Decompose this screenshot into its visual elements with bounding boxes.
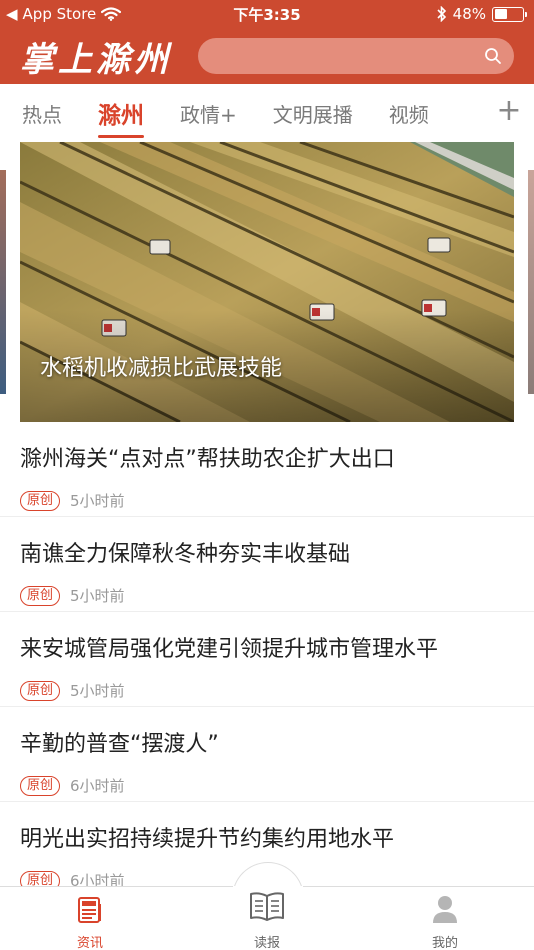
- news-title: 来安城管局强化党建引领提升城市管理水平: [20, 637, 439, 662]
- newspaper-icon: [78, 897, 101, 923]
- wifi-icon: [101, 7, 122, 21]
- news-item[interactable]: 南谯全力保障秋冬种夯实丰收基础 原创 5小时前: [0, 517, 534, 612]
- news-title: 明光出实招持续提升节约集约用地水平: [20, 827, 395, 852]
- battery-percent: 48%: [452, 5, 486, 23]
- news-title: 辛勤的普查“摆渡人”: [20, 732, 219, 757]
- news-title: 滁州海关“点对点”帮扶助农企扩大出口: [20, 447, 395, 472]
- original-tag: 原创: [20, 775, 61, 796]
- news-time: 6小时前: [70, 777, 125, 795]
- open-book-icon: [250, 892, 284, 921]
- app-header: ◀ App Store 下午3:35 48% 掌上滁州: [0, 0, 534, 84]
- tab-chuzhou[interactable]: 滁州: [98, 96, 144, 138]
- user-icon: [433, 896, 457, 923]
- search-icon[interactable]: [484, 47, 502, 65]
- battery-level: [494, 9, 508, 19]
- carousel-prev-peek[interactable]: [0, 170, 6, 394]
- nav-read-paper[interactable]: 读报: [207, 888, 327, 950]
- news-title: 南谯全力保障秋冬种夯实丰收基础: [20, 542, 351, 567]
- add-channel-icon[interactable]: +: [494, 96, 524, 126]
- original-tag: 原创: [20, 680, 61, 701]
- original-tag: 原创: [20, 585, 61, 606]
- back-app-label: App Store: [22, 5, 97, 23]
- tab-hot[interactable]: 热点: [22, 99, 62, 128]
- app-bar: 掌上滁州: [0, 28, 534, 84]
- search-box[interactable]: [198, 38, 514, 74]
- news-item[interactable]: 来安城管局强化党建引领提升城市管理水平 原创 5小时前: [0, 612, 534, 707]
- bluetooth-icon: [437, 6, 446, 22]
- news-time: 5小时前: [70, 587, 125, 605]
- tab-civilization[interactable]: 文明展播: [273, 99, 353, 128]
- status-bar: ◀ App Store 下午3:35 48%: [0, 0, 534, 28]
- carousel-slide[interactable]: 水稻机收减损比武展技能: [20, 142, 514, 422]
- channel-tabs: 热点 滁州 政情+ 文明展播 视频 +: [0, 84, 534, 142]
- nav-profile-label: 我的: [431, 936, 458, 950]
- carousel: 水稻机收减损比武展技能: [0, 142, 534, 422]
- carousel-caption: 水稻机收减损比武展技能: [40, 356, 283, 381]
- battery-icon: [492, 6, 527, 22]
- news-item[interactable]: 滁州海关“点对点”帮扶助农企扩大出口 原创 5小时前: [0, 422, 534, 517]
- tab-politics[interactable]: 政情+: [180, 99, 237, 128]
- news-list: 滁州海关“点对点”帮扶助农企扩大出口 原创 5小时前 南谯全力保障秋冬种夯实丰收…: [0, 422, 534, 897]
- app-logo: 掌上滁州: [20, 39, 172, 80]
- carousel-next-peek[interactable]: [528, 170, 534, 394]
- nav-news-label: 资讯: [76, 936, 103, 950]
- back-arrow-icon: ◀: [6, 5, 18, 23]
- news-time: 5小时前: [70, 682, 125, 700]
- nav-read-paper-label: 读报: [253, 936, 280, 950]
- back-to-app-store[interactable]: ◀ App Store: [6, 5, 122, 23]
- news-time: 5小时前: [70, 492, 125, 510]
- original-tag: 原创: [20, 490, 61, 511]
- tab-video[interactable]: 视频: [389, 99, 429, 128]
- nav-news[interactable]: 资讯: [30, 888, 150, 950]
- news-item[interactable]: 辛勤的普查“摆渡人” 原创 6小时前: [0, 707, 534, 802]
- nav-profile[interactable]: 我的: [385, 888, 505, 950]
